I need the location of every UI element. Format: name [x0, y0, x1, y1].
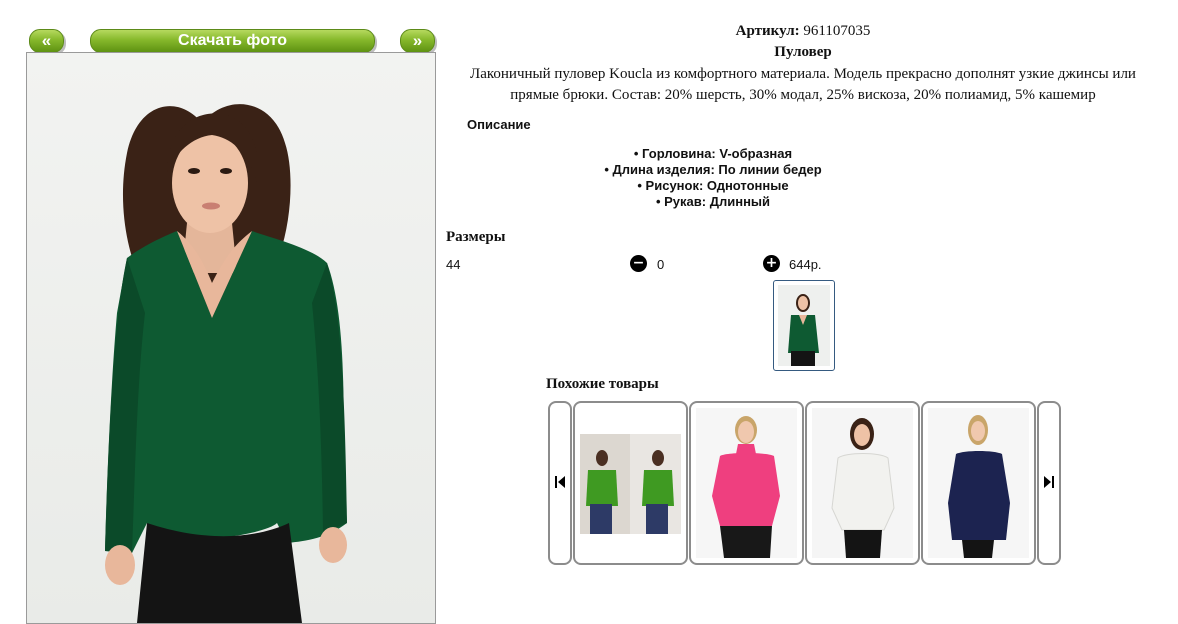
skip-forward-icon — [1044, 476, 1054, 488]
article-label: Артикул: — [735, 23, 800, 39]
green-turtleneck-photo — [580, 434, 681, 534]
attribute-item: • Рукав: Длинный — [655, 194, 771, 209]
similar-product-card[interactable] — [805, 401, 920, 565]
carousel-next-button[interactable] — [1037, 401, 1061, 565]
next-photo-button[interactable]: » — [400, 29, 435, 53]
article-line: Артикул: 961107035 — [444, 23, 1162, 40]
attribute-item: • Рисунок: Однотонные — [637, 178, 789, 193]
attribute-list: • Горловина: V-образная • Длина изделия:… — [444, 146, 982, 210]
price-value: 644р. — [789, 257, 822, 272]
product-title: Пуловер — [774, 44, 832, 60]
navy-sweater-photo — [928, 408, 1029, 558]
description-heading: Описание — [467, 117, 531, 132]
woman-green-sweater-photo — [105, 104, 347, 623]
product-thumbnail[interactable] — [773, 280, 835, 371]
woman-green-sweater-thumbnail — [778, 285, 830, 366]
prev-photo-button[interactable]: « — [29, 29, 64, 53]
similar-product-card[interactable] — [921, 401, 1036, 565]
article-number: 961107035 — [803, 23, 871, 39]
main-product-photo[interactable] — [26, 52, 436, 624]
similar-products-heading: Похожие товары — [546, 376, 659, 392]
download-photo-button[interactable]: Скачать фото — [90, 29, 375, 53]
product-description: Лаконичный пуловер Koucla из комфортного… — [470, 66, 1136, 103]
minus-circle-icon[interactable]: − — [630, 255, 647, 272]
plus-circle-icon[interactable]: + — [763, 255, 780, 272]
skip-back-icon — [555, 476, 565, 488]
similar-product-card[interactable] — [573, 401, 688, 565]
attribute-item: • Длина изделия: По линии бедер — [604, 162, 822, 177]
attribute-item: • Горловина: V-образная — [633, 146, 793, 161]
white-sweater-photo — [812, 408, 913, 558]
carousel-prev-button[interactable] — [548, 401, 572, 565]
size-value: 44 — [446, 257, 461, 272]
similar-product-card[interactable] — [689, 401, 804, 565]
pink-sweater-photo — [696, 408, 797, 558]
quantity-value: 0 — [657, 257, 665, 272]
sizes-heading: Размеры — [446, 229, 506, 245]
